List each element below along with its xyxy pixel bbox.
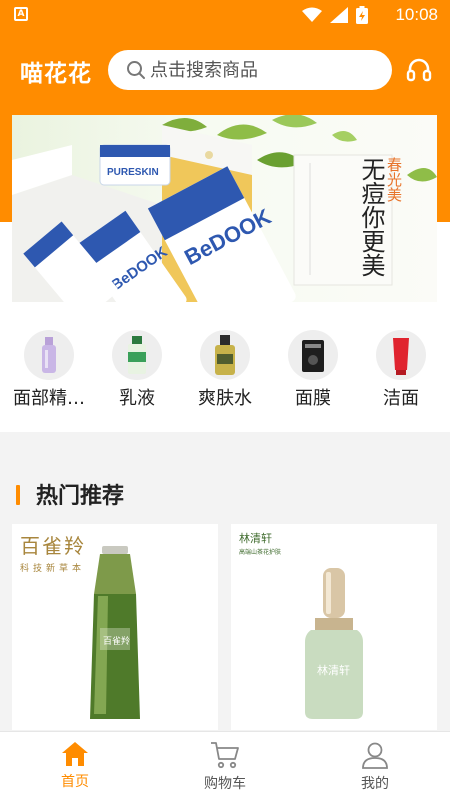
category-item-lotion[interactable]: 乳液 [94, 330, 180, 420]
promo-banner[interactable]: PURESKIN BeDOOK BeDOOK 春光美 无痘你更美 [12, 115, 437, 302]
lotion-bottle-icon [112, 330, 162, 380]
search-bar[interactable] [108, 50, 392, 90]
tab-home[interactable]: 首页 [0, 732, 150, 800]
cart-icon [211, 742, 239, 769]
toner-bottle-icon [200, 330, 250, 380]
battery-charging-icon [356, 6, 368, 24]
user-icon [362, 742, 388, 769]
banner-headline: 无痘你更美 [357, 157, 385, 277]
hot-recommend-section: 热门推荐 百雀羚 科技新草本 百雀羚 林清轩 高端山茶花护肤 林清轩 [0, 458, 450, 730]
product-image: 林清轩 [305, 568, 363, 719]
app-notification-icon: A [14, 7, 28, 21]
face-mask-icon [288, 330, 338, 380]
search-icon [127, 61, 145, 79]
category-item-face-serum[interactable]: 面部精… [6, 330, 92, 420]
tab-label: 首页 [61, 774, 89, 790]
category-label: 洁面 [383, 388, 419, 409]
product-image: 百雀羚 [90, 546, 140, 719]
svg-text:百雀羚: 百雀羚 [103, 635, 130, 647]
svg-text:PURESKIN: PURESKIN [107, 167, 159, 178]
category-label: 面膜 [295, 388, 331, 409]
category-row: 面部精… 乳液 爽肤水 面膜 洁面 [0, 330, 450, 420]
cleanser-tube-icon [376, 330, 426, 380]
svg-text:林清轩: 林清轩 [317, 663, 350, 677]
search-input[interactable] [150, 56, 380, 84]
category-label: 乳液 [119, 388, 155, 409]
serum-bottle-icon [24, 330, 74, 380]
tab-label: 购物车 [204, 776, 246, 792]
app-title: 喵花花 [20, 61, 92, 87]
status-clock: 10:08 [395, 5, 438, 24]
tab-profile[interactable]: 我的 [300, 732, 450, 800]
bottom-nav: 首页 购物车 我的 [0, 731, 450, 800]
section-title-marker [16, 485, 20, 505]
banner-tag: 春光美 [385, 157, 403, 202]
category-label: 面部精… [13, 388, 85, 409]
category-item-mask[interactable]: 面膜 [270, 330, 356, 420]
category-item-cleanser[interactable]: 洁面 [358, 330, 444, 420]
category-label: 爽肤水 [198, 388, 252, 409]
headset-icon[interactable] [406, 56, 432, 82]
tab-cart[interactable]: 购物车 [150, 732, 300, 800]
tab-label: 我的 [361, 776, 389, 792]
signal-icon [330, 7, 348, 23]
wifi-icon [302, 7, 322, 22]
header: 喵花花 [0, 30, 450, 110]
section-title: 热门推荐 [36, 484, 125, 509]
system-icons [302, 6, 368, 24]
home-icon [62, 742, 88, 766]
product-card[interactable]: 林清轩 高端山茶花护肤 林清轩 [231, 524, 437, 730]
category-item-toner[interactable]: 爽肤水 [182, 330, 268, 420]
status-bar: A 10:08 [0, 0, 450, 30]
product-card[interactable]: 百雀羚 科技新草本 百雀羚 [12, 524, 218, 730]
